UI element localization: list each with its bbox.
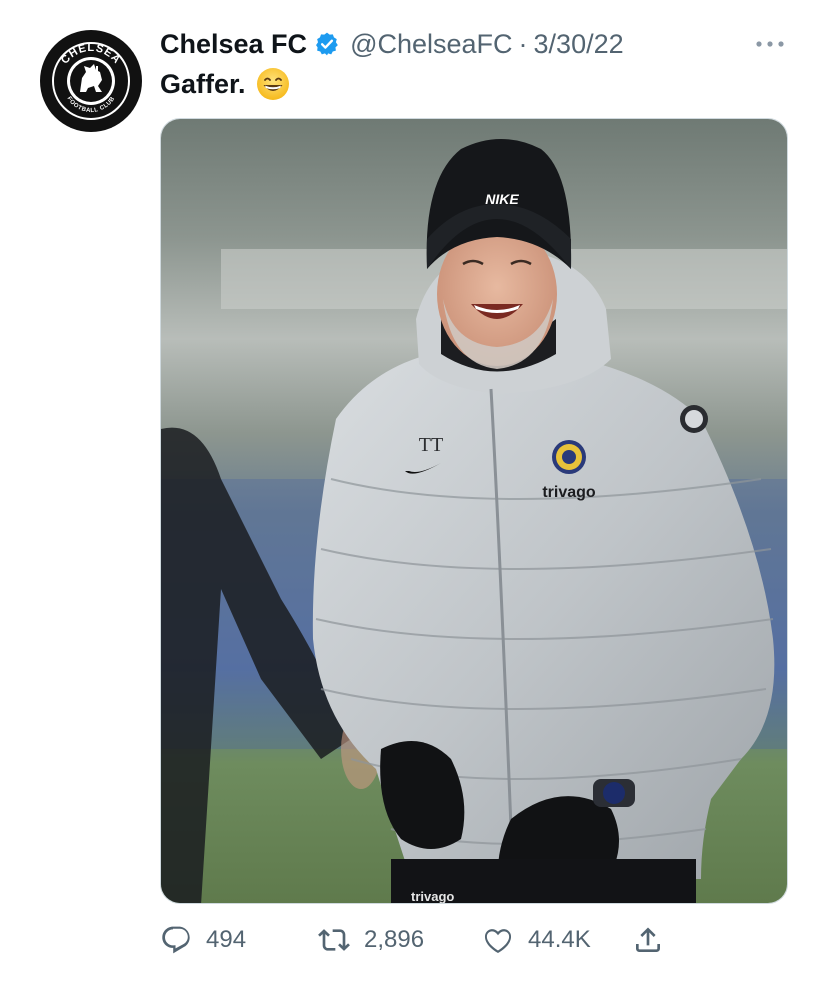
grinning-face-emoji-icon xyxy=(256,67,290,101)
author-name[interactable]: Chelsea FC xyxy=(160,29,307,60)
jacket-initials: TT xyxy=(419,434,443,456)
retweet-count: 2,896 xyxy=(364,926,425,953)
heart-icon xyxy=(484,929,512,954)
tweet-date[interactable]: 3/30/22 xyxy=(534,29,624,60)
like-button[interactable]: 44.4K xyxy=(482,918,591,962)
chelsea-crest-logo: CHELSEA FOOTBALL CLUB xyxy=(41,31,141,131)
tweet-text-content: Gaffer. xyxy=(160,68,246,99)
more-options-button[interactable] xyxy=(752,30,788,58)
hat-nike-text: NIKE xyxy=(485,191,519,207)
pants-sponsor-text: trivago xyxy=(411,889,454,904)
author-handle[interactable]: @ChelseaFC xyxy=(350,29,512,60)
reply-count: 494 xyxy=(206,926,247,953)
more-options-icon xyxy=(756,41,784,47)
tweet-photo[interactable]: NIKE TT trivago trivago xyxy=(160,118,788,904)
retweet-icon xyxy=(318,929,350,951)
tweet-header: Chelsea FC @ChelseaFC · 3/30/22 xyxy=(160,26,624,62)
share-icon xyxy=(636,927,660,952)
manager-photo-illustration: NIKE TT trivago trivago xyxy=(161,119,787,904)
like-count: 44.4K xyxy=(528,926,591,953)
avatar[interactable]: CHELSEA FOOTBALL CLUB xyxy=(40,30,142,132)
tweet-text: Gaffer. xyxy=(160,64,290,104)
retweet-button[interactable]: 2,896 xyxy=(318,918,424,962)
reply-button[interactable]: 494 xyxy=(160,918,246,962)
tweet[interactable]: CHELSEA FOOTBALL CLUB Chelsea FC @Chelse… xyxy=(0,0,828,994)
header-separator: · xyxy=(518,28,528,59)
jacket-sponsor-text: trivago xyxy=(542,484,596,501)
tweet-actions: 494 2,896 44.4K xyxy=(160,918,760,962)
share-button[interactable] xyxy=(632,918,664,962)
verified-badge-icon xyxy=(314,31,340,57)
reply-icon xyxy=(162,926,190,954)
